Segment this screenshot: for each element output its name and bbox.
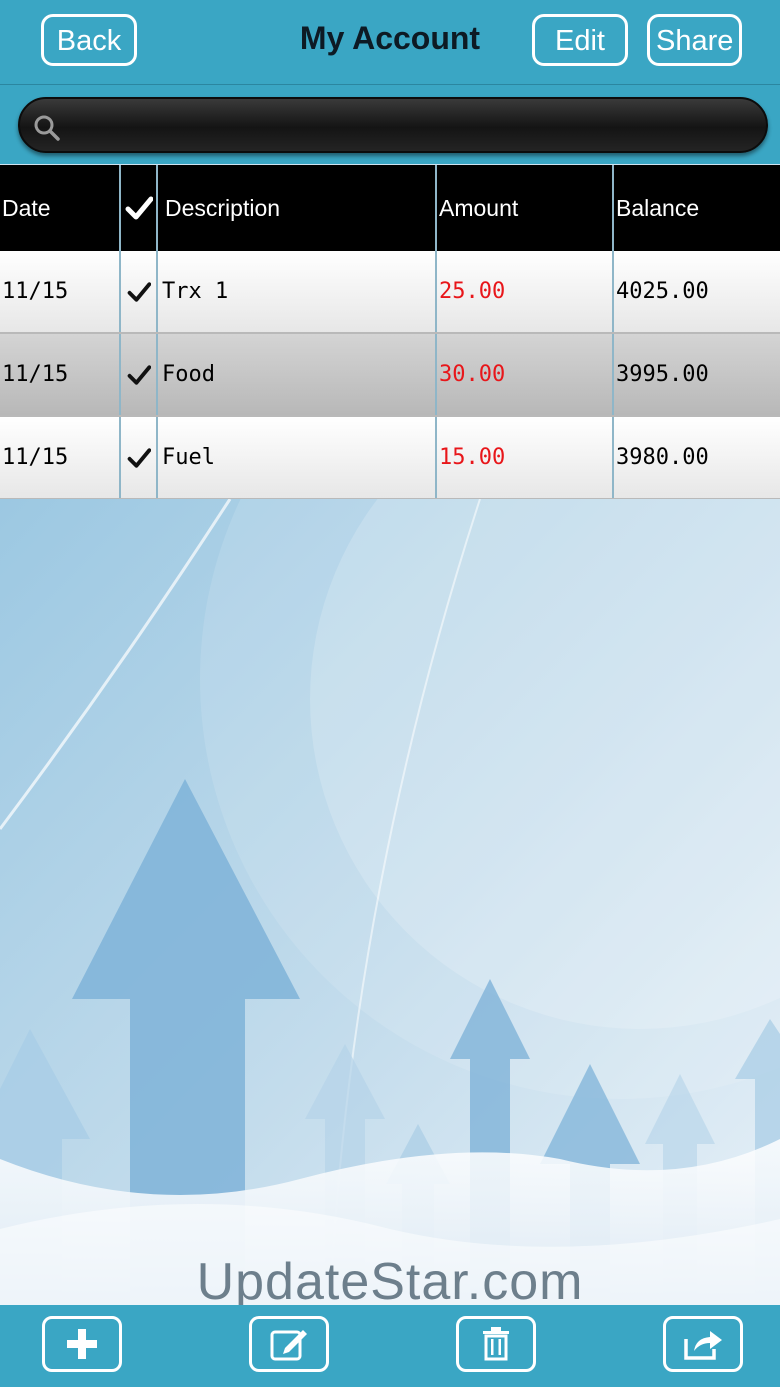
checkmark-icon	[125, 196, 153, 220]
plus-icon	[67, 1329, 97, 1359]
row-date: 11/15	[0, 251, 121, 332]
share-button[interactable]: Share	[647, 14, 742, 66]
edit-entry-button[interactable]	[249, 1316, 329, 1372]
row-balance: 3995.00	[616, 362, 709, 387]
delete-button[interactable]	[456, 1316, 536, 1372]
checkmark-icon	[127, 364, 151, 385]
row-check[interactable]	[121, 251, 158, 332]
share-icon	[684, 1331, 722, 1360]
row-balance: 4025.00	[616, 279, 709, 304]
add-button[interactable]	[42, 1316, 122, 1372]
export-button[interactable]	[663, 1316, 743, 1372]
row-description: Food	[158, 334, 437, 415]
row-date: 11/15	[0, 334, 121, 415]
search-bar	[0, 85, 780, 164]
row-amount: 25.00	[437, 251, 614, 332]
page-title: My Account	[299, 20, 481, 56]
column-header-check[interactable]	[121, 165, 158, 251]
search-input[interactable]	[76, 107, 750, 147]
row-description: Fuel	[158, 417, 437, 498]
row-check[interactable]	[121, 417, 158, 498]
column-header-date[interactable]: Date	[0, 165, 121, 251]
row-balance: 3980.00	[616, 445, 709, 470]
row-amount: 30.00	[437, 334, 614, 415]
checkmark-icon	[127, 447, 151, 468]
row-description: Trx 1	[158, 251, 437, 332]
background-illustration	[0, 499, 780, 1305]
watermark-text: UpdateStar.com	[196, 1253, 584, 1311]
table-row[interactable]: 11/15 Food 30.00 3995.00	[0, 334, 780, 417]
column-header-description[interactable]: Description	[158, 165, 437, 251]
row-check[interactable]	[121, 334, 158, 415]
column-header-balance[interactable]: Balance	[614, 165, 780, 251]
back-button[interactable]: Back	[41, 14, 137, 66]
row-date: 11/15	[0, 417, 121, 498]
table-row[interactable]: 11/15 Trx 1 25.00 4025.00	[0, 251, 780, 334]
edit-button[interactable]: Edit	[532, 14, 628, 66]
row-amount: 15.00	[437, 417, 614, 498]
table-header: Date Description Amount Balance	[0, 165, 780, 251]
search-field[interactable]	[18, 97, 768, 153]
table-row[interactable]: 11/15 Fuel 15.00 3980.00	[0, 417, 780, 500]
checkmark-icon	[127, 281, 151, 302]
transactions-table: Date Description Amount Balance 11/15 Tr…	[0, 165, 780, 500]
navigation-bar: Back My Account Edit Share	[0, 0, 780, 85]
bottom-toolbar	[0, 1305, 780, 1387]
edit-note-icon	[270, 1330, 307, 1361]
search-icon	[34, 115, 60, 141]
column-header-amount[interactable]: Amount	[437, 165, 614, 251]
trash-icon	[483, 1327, 509, 1361]
